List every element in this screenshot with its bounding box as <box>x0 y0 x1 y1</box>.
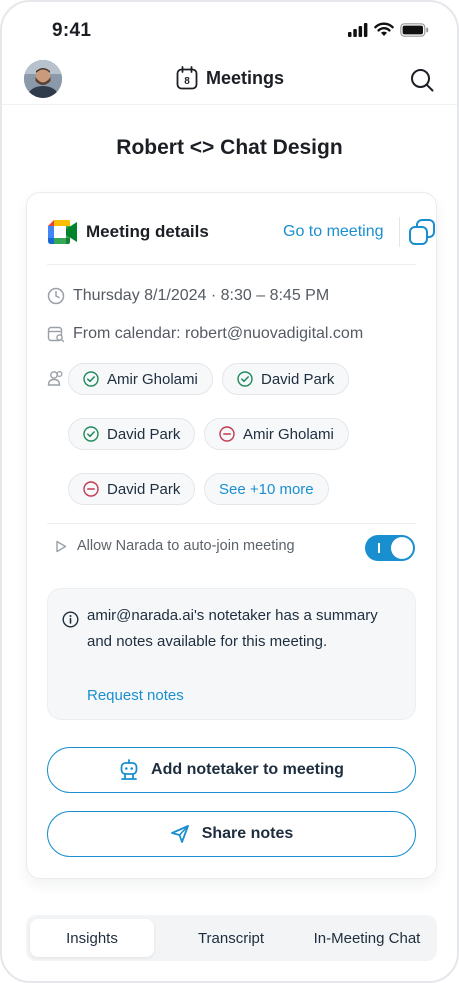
auto-join-row: Allow Narada to auto-join meeting <box>55 538 295 554</box>
meeting-datetime: Thursday 8/1/2024 · 8:30 – 8:45 PM <box>73 287 330 304</box>
declined-minus-icon <box>83 481 99 497</box>
accepted-check-icon <box>83 426 99 442</box>
toggle-knob <box>391 537 413 559</box>
info-icon <box>62 611 79 628</box>
header-divider <box>2 104 457 105</box>
google-meet-logo-icon <box>48 220 77 244</box>
attendee-chip[interactable]: Amir Gholami <box>204 418 349 450</box>
page-title: Robert <> Chat Design <box>116 136 343 159</box>
attendee-name: David Park <box>107 425 181 443</box>
see-more-attendees-chip[interactable]: See +10 more <box>204 473 329 505</box>
attendee-name: David Park <box>107 480 181 498</box>
header-title: 8 Meetings <box>176 66 284 90</box>
meeting-details-card: Meeting details Go to meeting Thursday 8… <box>26 192 437 879</box>
notes-available-notice: amir@narada.ai's notetaker has a summary… <box>47 588 416 720</box>
notice-message: amir@narada.ai's notetaker has a summary… <box>87 607 378 650</box>
phone-frame: 9:41 8 Meetings Robert <> Chat Design Me… <box>0 0 459 983</box>
cellular-signal-icon <box>348 22 368 37</box>
attendee-chip[interactable]: David Park <box>68 473 196 505</box>
wifi-icon <box>374 22 394 36</box>
tab-in-meeting-chat[interactable]: In-Meeting Chat <box>302 919 432 957</box>
accepted-check-icon <box>237 371 253 387</box>
calendar-search-icon <box>47 326 65 343</box>
attendee-chip[interactable]: David Park <box>222 363 350 395</box>
copy-icon[interactable] <box>408 218 436 246</box>
calendar-source: From calendar: robert@nuovadigital.com <box>73 325 364 342</box>
request-notes-link[interactable]: Request notes <box>87 687 184 704</box>
attendee-chip[interactable]: David Park <box>68 418 196 450</box>
avatar[interactable] <box>24 60 62 98</box>
robot-icon <box>120 759 138 780</box>
tab-insights[interactable]: Insights <box>30 919 154 957</box>
attendee-name: Amir Gholami <box>243 425 334 443</box>
auto-join-toggle[interactable] <box>365 535 415 561</box>
accepted-check-icon <box>83 371 99 387</box>
header-title-text: Meetings <box>206 67 285 88</box>
attendee-name: David Park <box>261 370 335 388</box>
status-time: 9:41 <box>52 20 92 41</box>
card-divider <box>47 523 416 524</box>
go-to-meeting-link[interactable]: Go to meeting <box>283 223 384 241</box>
clock-icon <box>47 287 65 305</box>
see-more-label: See +10 more <box>219 480 314 498</box>
header-separator <box>399 217 400 247</box>
tab-label: In-Meeting Chat <box>313 929 421 947</box>
share-notes-label: Share notes <box>201 825 294 842</box>
tab-label: Insights <box>66 929 118 947</box>
tab-label: Transcript <box>197 929 265 947</box>
declined-minus-icon <box>219 426 235 442</box>
toggle-on-indicator <box>378 543 380 553</box>
status-bar: 9:41 <box>2 18 457 46</box>
bottom-tab-bar: Insights Transcript In-Meeting Chat <box>26 915 437 961</box>
tab-transcript[interactable]: Transcript <box>166 919 296 957</box>
share-notes-button[interactable]: Share notes <box>47 811 416 857</box>
app-header: 8 Meetings <box>2 60 457 100</box>
add-notetaker-label: Add notetaker to meeting <box>151 761 344 778</box>
auto-join-label: Allow Narada to auto-join meeting <box>77 538 295 554</box>
calendar-source-row: From calendar: robert@nuovadigital.com <box>47 325 363 343</box>
battery-icon <box>400 22 429 37</box>
search-icon[interactable] <box>409 67 435 93</box>
send-icon <box>170 825 189 843</box>
attendee-chip[interactable]: Amir Gholami <box>68 363 213 395</box>
calendar-icon: 8 <box>176 66 198 90</box>
card-divider <box>47 264 416 265</box>
attendee-name: Amir Gholami <box>107 370 198 388</box>
calendar-day: 8 <box>184 76 190 87</box>
play-icon <box>56 540 67 552</box>
add-notetaker-button[interactable]: Add notetaker to meeting <box>47 747 416 793</box>
meeting-datetime-row: Thursday 8/1/2024 · 8:30 – 8:45 PM <box>47 287 329 305</box>
status-icons <box>348 22 429 37</box>
attendees-icon <box>47 370 63 386</box>
card-header: Meeting details Go to meeting <box>47 217 435 247</box>
card-title: Meeting details <box>86 222 209 241</box>
